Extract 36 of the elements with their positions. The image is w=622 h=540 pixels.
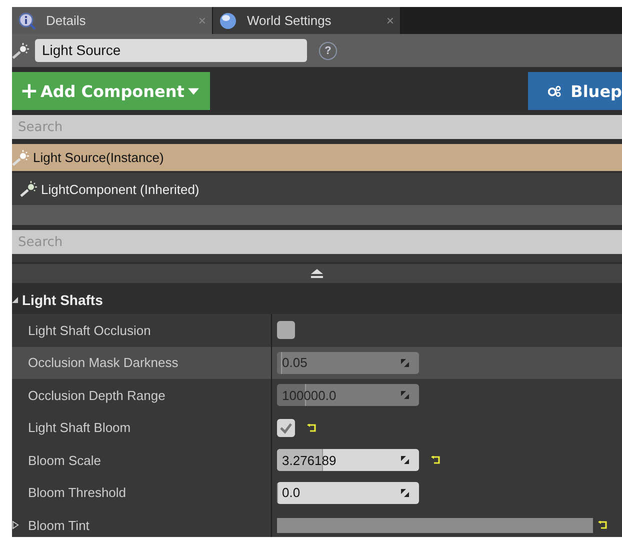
search-field[interactable]: Search <box>12 115 622 139</box>
expand-arrow-icon[interactable] <box>12 520 19 530</box>
number-field[interactable]: 0.0 <box>277 482 419 504</box>
checkbox[interactable] <box>277 418 295 437</box>
property-label: Bloom Tint <box>28 518 90 533</box>
property-label: Occlusion Depth Range <box>28 388 166 403</box>
property-label: Light Shaft Bloom <box>28 420 131 436</box>
gears-icon <box>548 84 562 98</box>
light-icon <box>12 148 30 166</box>
caret-icon <box>188 88 200 94</box>
checkbox[interactable] <box>277 321 295 340</box>
expand-arrow-icon <box>12 297 18 303</box>
reset-icon[interactable] <box>307 424 317 432</box>
property-label: Bloom Scale <box>28 452 101 468</box>
actor-name-field[interactable]: Light Source <box>35 39 307 62</box>
eject-icon <box>311 269 323 278</box>
color-swatch[interactable] <box>277 518 593 533</box>
drag-handle-icon[interactable] <box>400 455 410 466</box>
info-icon <box>18 12 36 30</box>
search-field[interactable]: Search <box>12 230 622 254</box>
component-item[interactable]: LightComponent (Inherited) <box>12 173 622 205</box>
property-label: Light Shaft Occlusion <box>28 322 151 338</box>
help-icon[interactable]: ? <box>319 42 337 60</box>
property-label: Occlusion Mask Darkness <box>28 355 178 370</box>
number-field[interactable]: 3.276189 <box>277 449 419 472</box>
panel-tab[interactable]: World Settings × <box>213 7 401 34</box>
reset-icon[interactable] <box>431 456 441 464</box>
light-icon <box>12 42 30 60</box>
blueprint-button[interactable]: Bluep <box>528 72 622 110</box>
reset-icon[interactable] <box>598 521 608 530</box>
globe-icon <box>219 12 237 30</box>
panel-tab[interactable]: Details × <box>12 7 213 34</box>
property-label: Bloom Threshold <box>28 485 126 500</box>
drag-handle-icon[interactable] <box>400 488 410 498</box>
component-item[interactable]: Light Source(Instance) <box>12 144 622 171</box>
light-icon <box>20 180 38 198</box>
